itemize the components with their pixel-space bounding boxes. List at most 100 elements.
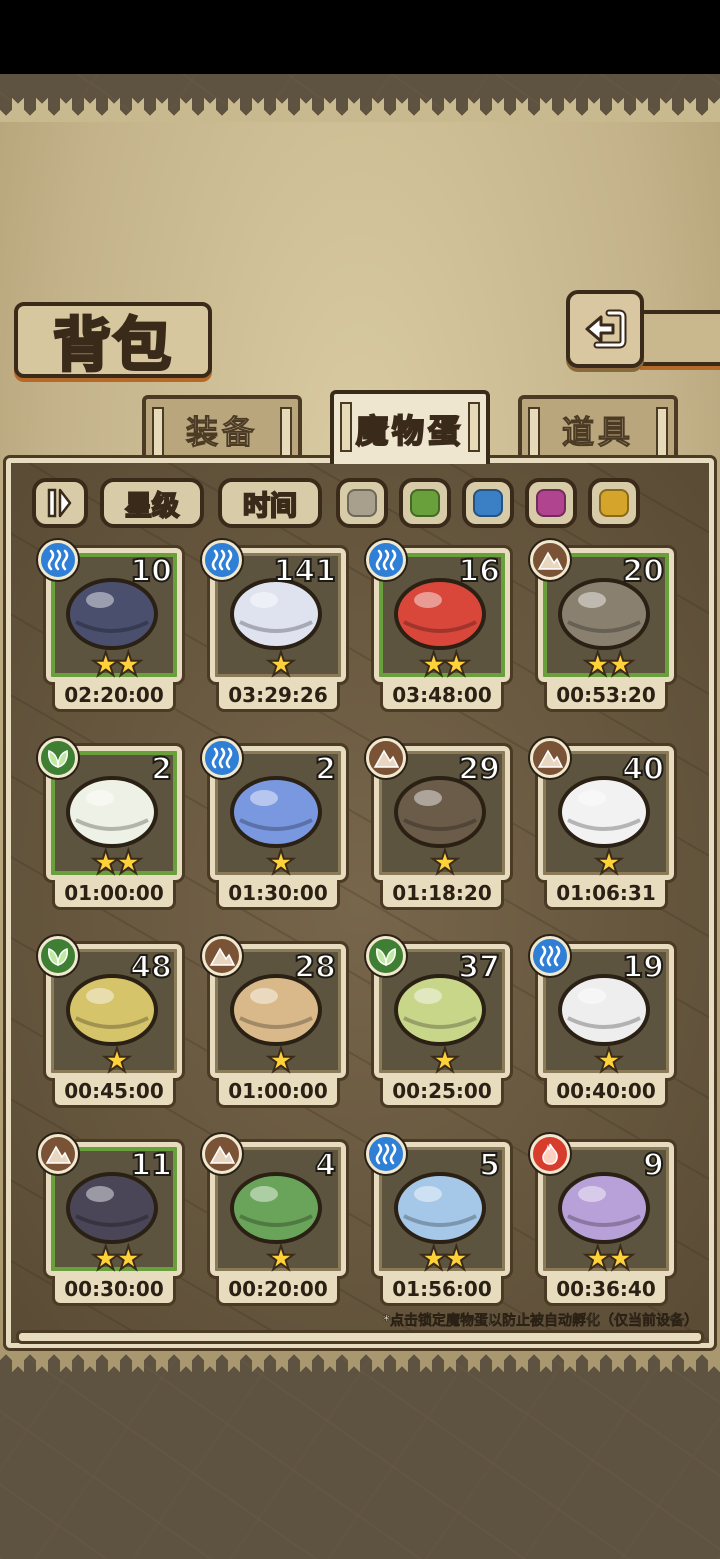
sort-toggle-button[interactable] [32,478,88,528]
hatch-timer: 01:30:00 [216,880,340,910]
star-rating: ★★ [418,1239,471,1277]
hatch-timer: 00:40:00 [544,1078,668,1108]
monster-egg-icon [558,1172,650,1244]
egg-card[interactable]: 5 ★★ 01:56:00 [366,1134,513,1306]
egg-count: 11 [129,1147,173,1184]
egg-card[interactable]: 40 ★ 01:06:31 [530,738,677,910]
earth-element-icon [366,738,406,778]
grass-element-icon [38,738,78,778]
egg-count: 141 [272,553,337,590]
tab-label: 魔物蛋 [355,411,464,451]
egg-card[interactable]: 2 ★★ 01:00:00 [38,738,185,910]
egg-card[interactable]: 11 ★★ 00:30:00 [38,1134,185,1306]
star-rating: ★ [594,843,625,881]
egg-card[interactable]: 37 ★ 00:25:00 [366,936,513,1108]
egg-card[interactable]: 141 ★ 03:29:26 [202,540,349,712]
star-rating: ★ [430,1041,461,1079]
egg-card[interactable]: 4 ★ 00:20:00 [202,1134,349,1306]
back-button[interactable] [566,290,644,368]
egg-count: 16 [457,553,501,590]
egg-count: 9 [642,1147,665,1184]
egg-card[interactable]: 20 ★★ 00:53:20 [530,540,677,712]
monster-egg-icon [230,776,322,848]
egg-card[interactable]: 10 ★★ 02:20:00 [38,540,185,712]
filter-pink-button[interactable] [525,478,577,528]
egg-count: 20 [621,553,665,590]
star-rating: ★★ [90,645,143,683]
star-rating: ★ [266,645,297,683]
filter-yellow-button[interactable] [588,478,640,528]
tab-label: 道具 [561,413,634,452]
hatch-timer: 01:56:00 [380,1276,504,1306]
swatch-fill [347,489,377,517]
tab-monster-egg[interactable]: 魔物蛋 [330,390,490,464]
filter-blue-button[interactable] [462,478,514,528]
hatch-timer: 00:36:40 [544,1276,668,1306]
star-rating: ★ [266,1239,297,1277]
tab-items[interactable]: 道具 [518,395,678,461]
water-element-icon [202,540,242,580]
earth-element-icon [38,1134,78,1174]
hatch-timer: 03:29:26 [216,682,340,712]
egg-count: 2 [314,751,337,788]
egg-card[interactable]: 16 ★★ 03:48:00 [366,540,513,712]
star-rating: ★ [102,1041,133,1079]
earth-element-icon [530,540,570,580]
swatch-fill [473,489,503,517]
egg-card[interactable]: 28 ★ 01:00:00 [202,936,349,1108]
star-rating: ★ [594,1041,625,1079]
hatch-timer: 01:00:00 [216,1078,340,1108]
egg-count: 5 [478,1147,501,1184]
tab-equipment[interactable]: 装备 [142,395,302,461]
water-element-icon [366,540,406,580]
egg-count: 19 [621,949,665,986]
hatch-timer: 00:25:00 [380,1078,504,1108]
hatch-timer: 00:20:00 [216,1276,340,1306]
sort-time-label: 时间 [242,490,298,523]
egg-card[interactable]: 29 ★ 01:18:20 [366,738,513,910]
egg-card[interactable]: 2 ★ 01:30:00 [202,738,349,910]
swatch-fill [410,489,440,517]
monster-egg-icon [394,1172,486,1244]
fire-element-icon [530,1134,570,1174]
water-element-icon [38,540,78,580]
star-rating: ★★ [582,645,635,683]
hatch-timer: 00:45:00 [52,1078,176,1108]
egg-count: 29 [457,751,501,788]
status-bar [0,0,720,74]
hatch-timer: 02:20:00 [52,682,176,712]
back-arrow-icon [585,309,627,349]
sort-by-star-button[interactable]: 星级 [100,478,204,528]
filter-green-button[interactable] [399,478,451,528]
hatch-timer: 00:53:20 [544,682,668,712]
star-rating: ★★ [418,645,471,683]
hatch-timer: 01:18:20 [380,880,504,910]
lock-hint-text: *点击锁定魔物蛋以防止被自动孵化（仅当前设备） [382,1313,698,1330]
swatch-fill [536,489,566,517]
earth-element-icon [202,1134,242,1174]
egg-card[interactable]: 48 ★ 00:45:00 [38,936,185,1108]
egg-card[interactable]: 19 ★ 00:40:00 [530,936,677,1108]
sort-order-icon [47,488,72,518]
filter-gray-button[interactable] [336,478,388,528]
star-rating: ★★ [582,1239,635,1277]
hatch-timer: 00:30:00 [52,1276,176,1306]
egg-count: 40 [621,751,665,788]
grass-element-icon [366,936,406,976]
star-rating: ★★ [90,843,143,881]
egg-count: 10 [129,553,173,590]
star-rating: ★ [266,1041,297,1079]
egg-count: 37 [457,949,501,986]
star-rating: ★ [430,843,461,881]
egg-count: 48 [129,949,173,986]
egg-count: 28 [293,949,337,986]
grass-element-icon [38,936,78,976]
water-element-icon [366,1134,406,1174]
egg-card[interactable]: 9 ★★ 00:36:40 [530,1134,677,1306]
egg-count: 2 [150,751,173,788]
monster-egg-icon [230,1172,322,1244]
sort-by-time-button[interactable]: 时间 [218,478,322,528]
swatch-fill [599,489,629,517]
panel-bottom-rail [16,1330,704,1344]
water-element-icon [530,936,570,976]
